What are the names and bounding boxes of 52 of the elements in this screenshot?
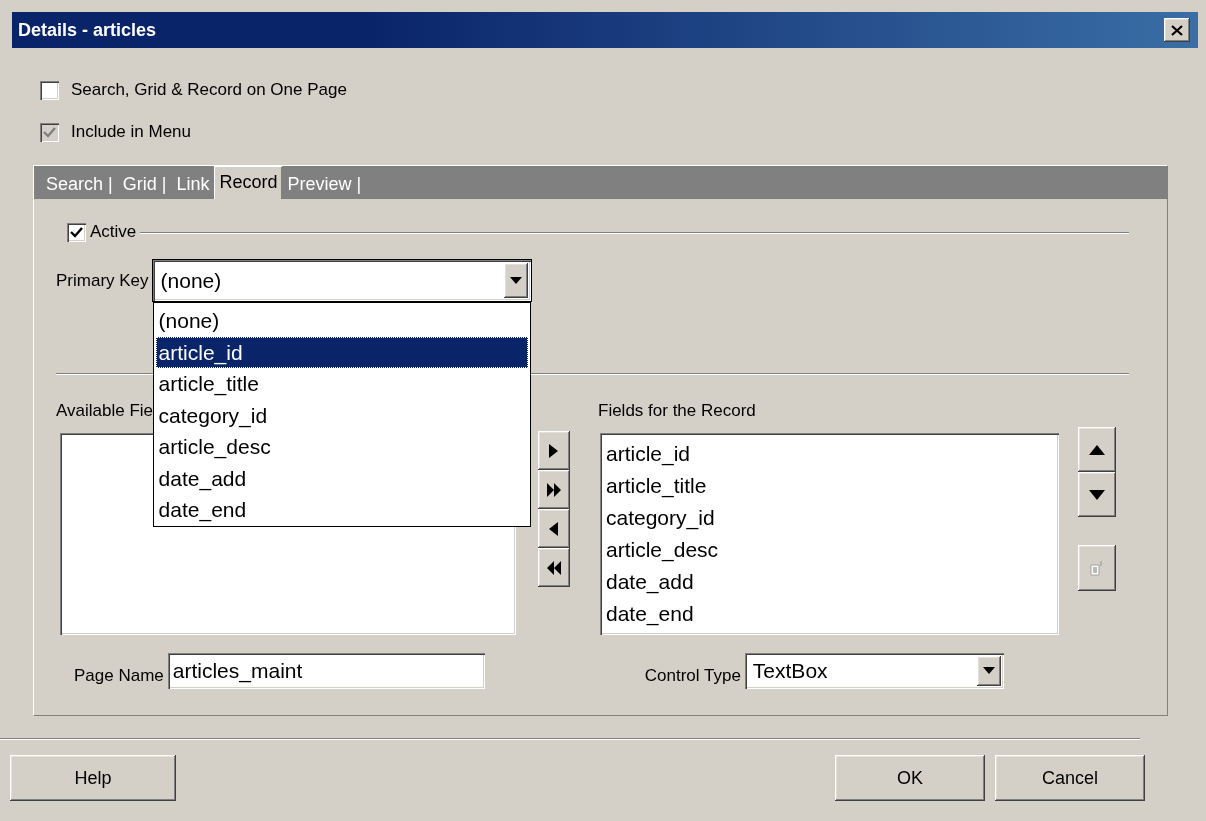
up-icon xyxy=(1089,444,1105,455)
arrow-button[interactable] xyxy=(538,431,570,470)
close-icon xyxy=(1171,24,1183,36)
field-label: Primary Key xyxy=(56,269,149,292)
tab[interactable]: Search | xyxy=(41,169,118,199)
text-field[interactable]: articles_maint xyxy=(167,652,485,689)
dropdown[interactable]: TextBox xyxy=(744,652,1004,689)
arrow-button[interactable] xyxy=(538,509,570,548)
list-box[interactable]: article_id article_title category_id article_desc date_add date_end xyxy=(600,432,1059,635)
list-label: Fields for the Record xyxy=(598,400,757,422)
checkbox-label: Active xyxy=(90,221,137,244)
list-item[interactable]: category_id xyxy=(606,502,1053,535)
checkbox[interactable] xyxy=(40,80,59,100)
dropdown-option[interactable]: article_desc xyxy=(155,431,528,463)
tab[interactable]: Grid | xyxy=(117,169,172,199)
close-button[interactable] xyxy=(1164,18,1190,42)
document-icon xyxy=(1089,560,1105,576)
caret-icon xyxy=(982,667,995,674)
field-label: Page Name xyxy=(74,665,164,687)
list-item[interactable]: article_desc xyxy=(606,534,1053,567)
tab[interactable]: Link xyxy=(171,169,215,199)
checkbox[interactable] xyxy=(67,222,86,242)
list-item[interactable]: date_end xyxy=(606,598,1053,631)
dialog-button[interactable]: Cancel xyxy=(995,755,1145,801)
dropdown-option[interactable]: category_id xyxy=(155,399,528,431)
dropdown-button[interactable] xyxy=(976,655,1001,686)
list-item[interactable]: date_add xyxy=(606,566,1053,599)
move-down-button[interactable] xyxy=(1078,472,1116,517)
move-up-button[interactable] xyxy=(1078,427,1116,472)
down-icon xyxy=(1089,489,1105,500)
list-item[interactable]: article_title xyxy=(606,470,1053,503)
dropdown-option[interactable]: article_title xyxy=(155,368,528,400)
dropdown-button[interactable] xyxy=(503,263,528,298)
arrow-button[interactable] xyxy=(538,548,570,587)
tab[interactable]: Preview | xyxy=(282,169,367,199)
caret-icon xyxy=(509,277,522,284)
dropdown-option[interactable]: article_id xyxy=(155,336,528,368)
checkbox-label: Include in Menu xyxy=(71,121,192,144)
dropdown-option[interactable]: date_end xyxy=(155,494,528,526)
field-label: Control Type xyxy=(644,665,741,687)
arrow-button[interactable] xyxy=(538,470,570,509)
window-title: Details - articles xyxy=(18,18,157,42)
dropdown-option[interactable]: date_add xyxy=(155,462,528,494)
add-all-icon xyxy=(546,480,562,499)
checkbox-label: Search, Grid & Record on One Page xyxy=(71,79,347,102)
dialog-button[interactable]: OK xyxy=(835,755,985,801)
list-item[interactable]: article_id xyxy=(606,438,1053,471)
dialog-button[interactable]: Help xyxy=(10,755,176,801)
tab[interactable]: Record xyxy=(214,166,283,199)
list-label: Available Fie xyxy=(56,401,154,420)
properties-button[interactable] xyxy=(1078,545,1116,591)
dropdown-option[interactable]: (none) xyxy=(155,305,528,337)
